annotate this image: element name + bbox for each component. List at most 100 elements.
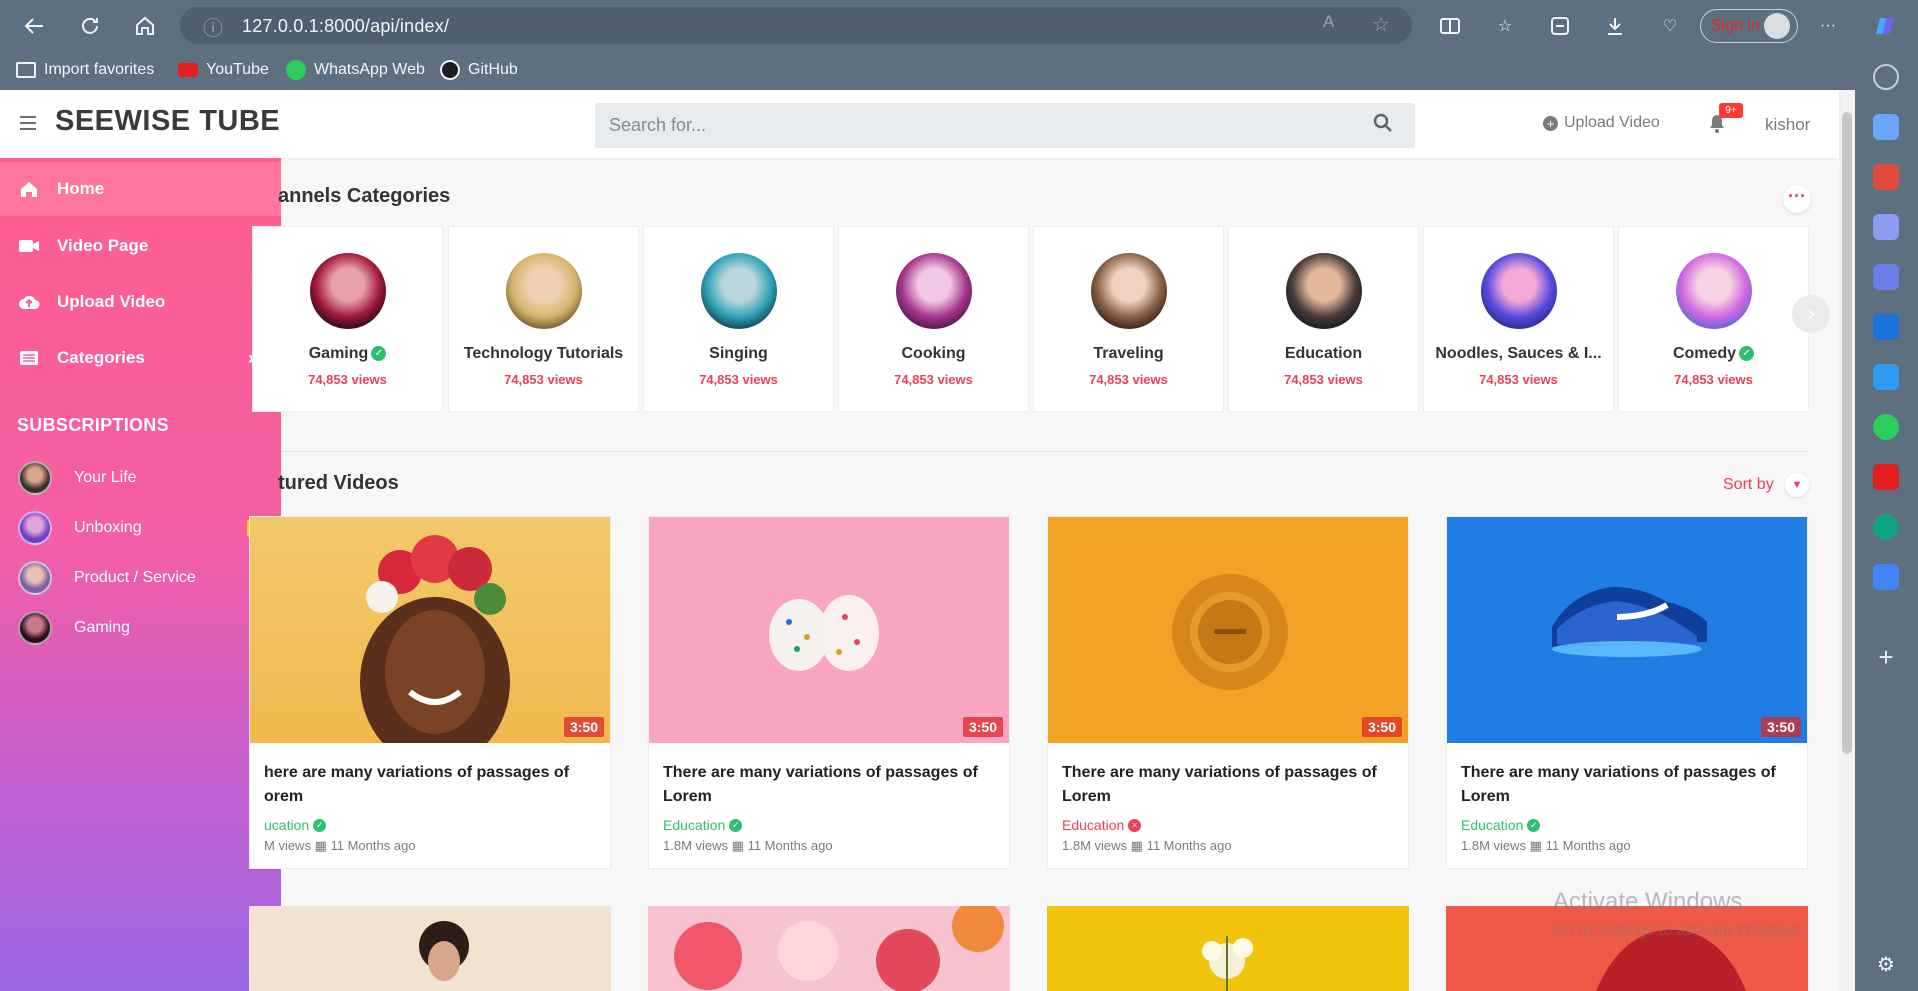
sidebar-item-label: Home <box>57 179 105 198</box>
more-options-button[interactable]: ··· <box>1783 185 1811 213</box>
video-meta: 1.8M views ▦ 11 Months ago <box>663 838 833 854</box>
video-duration: 3:50 <box>962 717 1003 737</box>
edge-search-icon[interactable] <box>1873 64 1899 90</box>
video-thumbnail[interactable] <box>1047 906 1409 991</box>
edge-settings-icon[interactable]: ⚙ <box>1873 952 1899 978</box>
search-input[interactable]: Search for... <box>609 115 706 136</box>
read-aloud-icon[interactable]: A <box>1323 12 1334 32</box>
video-views: 1.8M views <box>1062 838 1128 853</box>
download-icon[interactable] <box>1602 13 1628 39</box>
upload-video-link[interactable]: + Upload Video <box>1543 114 1660 132</box>
import-favorites-link[interactable]: Import favorites <box>16 58 154 82</box>
video-views: 1.8M views <box>1461 838 1527 853</box>
user-menu[interactable]: kishor <box>1765 115 1810 135</box>
copilot-icon[interactable] <box>1873 13 1899 39</box>
github-link[interactable]: GitHub <box>440 58 518 82</box>
subscription-item[interactable]: Product / Service <box>18 560 268 596</box>
favorites-icon[interactable]: ☆ <box>1492 13 1518 39</box>
edge-translate-icon[interactable] <box>1873 564 1899 590</box>
subscription-item[interactable]: Unboxing 2 <box>18 510 268 546</box>
channel-card[interactable]: Technology Tutorials 74,853 views <box>448 226 639 412</box>
video-thumbnail[interactable]: 3:50 <box>1048 517 1408 743</box>
subscription-label: Product / Service <box>74 569 196 586</box>
url-text[interactable]: 127.0.0.1:8000/api/index/ <box>242 16 449 37</box>
video-thumbnail[interactable] <box>249 906 611 991</box>
sidebar-item-categories[interactable]: Categories › <box>0 331 281 385</box>
home-browser-icon[interactable] <box>131 12 159 40</box>
edge-telegram-icon[interactable] <box>1873 364 1899 390</box>
refresh-icon[interactable] <box>76 12 104 40</box>
calendar-icon: ▦ <box>314 838 327 853</box>
whatsapp-link[interactable]: WhatsApp Web <box>286 58 425 82</box>
video-card[interactable]: 3:50 There are many variations of passag… <box>1047 516 1409 869</box>
verified-icon: ✓ <box>1739 346 1755 362</box>
subscription-item[interactable]: Your Life <box>18 460 268 496</box>
video-title-line: There are many variations of passages of <box>663 764 978 781</box>
channel-card[interactable]: Traveling 74,853 views <box>1033 226 1224 412</box>
notification-badge: 9+ <box>1719 103 1743 118</box>
site-logo[interactable]: SEEWISE TUBE <box>55 105 280 138</box>
channel-name-row: Gaming ✓ <box>253 345 442 363</box>
search-box[interactable] <box>595 103 1415 148</box>
edge-tools-icon[interactable] <box>1873 164 1899 190</box>
sidebar-item-home[interactable]: Home <box>0 162 281 216</box>
favorite-star-icon[interactable]: ☆ <box>1372 12 1390 37</box>
sidebar-item-upload-video[interactable]: Upload Video <box>0 275 281 329</box>
video-channel[interactable]: Education ✓ <box>1461 817 1541 833</box>
scrollbar-thumb[interactable] <box>1842 112 1852 754</box>
channel-card[interactable]: Gaming ✓ 74,853 views <box>252 226 443 412</box>
edge-outlook-icon[interactable] <box>1873 314 1899 340</box>
channel-card[interactable]: Singing 74,853 views <box>643 226 834 412</box>
video-thumbnail[interactable]: 3:50 <box>649 517 1009 743</box>
video-channel[interactable]: Education × <box>1062 817 1142 833</box>
video-meta: 1.8M views ▦ 11 Months ago <box>1461 838 1631 854</box>
edge-add-icon[interactable]: + <box>1873 644 1899 670</box>
edge-games-icon[interactable] <box>1873 214 1899 240</box>
video-thumbnail[interactable]: 3:50 <box>1447 517 1807 743</box>
subscription-item[interactable]: Gaming <box>18 610 268 646</box>
channel-card[interactable]: Comedy ✓ 74,853 views <box>1618 226 1809 412</box>
performance-icon[interactable]: ♡ <box>1657 13 1683 39</box>
cloud-upload-icon <box>18 293 40 311</box>
video-card[interactable]: 3:50 here are many variations of passage… <box>249 516 611 869</box>
sidebar-item-video-page[interactable]: Video Page <box>0 219 281 273</box>
video-channel[interactable]: ucation ✓ <box>264 817 327 833</box>
caret-down-icon[interactable]: ▼ <box>1785 473 1809 497</box>
channel-card[interactable]: Cooking 74,853 views <box>838 226 1029 412</box>
video-title[interactable]: here are many variations of passages of o… <box>264 761 594 809</box>
collections-icon[interactable] <box>1547 13 1573 39</box>
video-thumbnail[interactable] <box>648 906 1010 991</box>
channel-name: Cooking <box>901 345 966 362</box>
verified-icon: ✓ <box>371 346 387 362</box>
video-title[interactable]: There are many variations of passages of… <box>1461 761 1791 809</box>
more-options-icon[interactable]: ··· <box>1815 13 1841 39</box>
channel-card[interactable]: Noodles, Sauces & I... 74,853 views <box>1423 226 1614 412</box>
youtube-link[interactable]: YouTube <box>178 58 269 82</box>
video-card[interactable]: 3:50 There are many variations of passag… <box>648 516 1010 869</box>
edge-youtube-icon[interactable] <box>1873 464 1899 490</box>
video-thumbnail[interactable] <box>1446 906 1808 991</box>
channel-views: 74,853 views <box>504 372 583 387</box>
channel-avatar <box>1676 253 1752 329</box>
video-title[interactable]: There are many variations of passages of… <box>663 761 993 809</box>
video-channel[interactable]: Education ✓ <box>663 817 743 833</box>
channel-card[interactable]: Education 74,853 views <box>1228 226 1419 412</box>
video-card[interactable]: 3:50 There are many variations of passag… <box>1446 516 1808 869</box>
edge-chatgpt-icon[interactable] <box>1873 514 1899 540</box>
edge-m365-icon[interactable] <box>1873 264 1899 290</box>
carousel-next-button[interactable]: › <box>1792 295 1830 333</box>
search-icon[interactable] <box>1373 113 1393 139</box>
channels-section-title: annels Categories <box>278 185 451 207</box>
avatar <box>18 611 52 645</box>
back-icon[interactable] <box>20 12 48 40</box>
edge-shopping-icon[interactable] <box>1873 114 1899 140</box>
video-title[interactable]: There are many variations of passages of… <box>1062 761 1392 809</box>
edge-whatsapp-icon[interactable] <box>1873 414 1899 440</box>
sidebar-item-label: Video Page <box>57 236 149 255</box>
whatsapp-label: WhatsApp Web <box>314 61 425 78</box>
split-screen-icon[interactable] <box>1437 13 1463 39</box>
sort-by-label[interactable]: Sort by <box>1723 476 1774 494</box>
info-icon[interactable]: ⓘ <box>203 12 223 41</box>
video-thumbnail[interactable]: 3:50 <box>250 517 610 743</box>
hamburger-menu-icon[interactable] <box>20 116 36 130</box>
